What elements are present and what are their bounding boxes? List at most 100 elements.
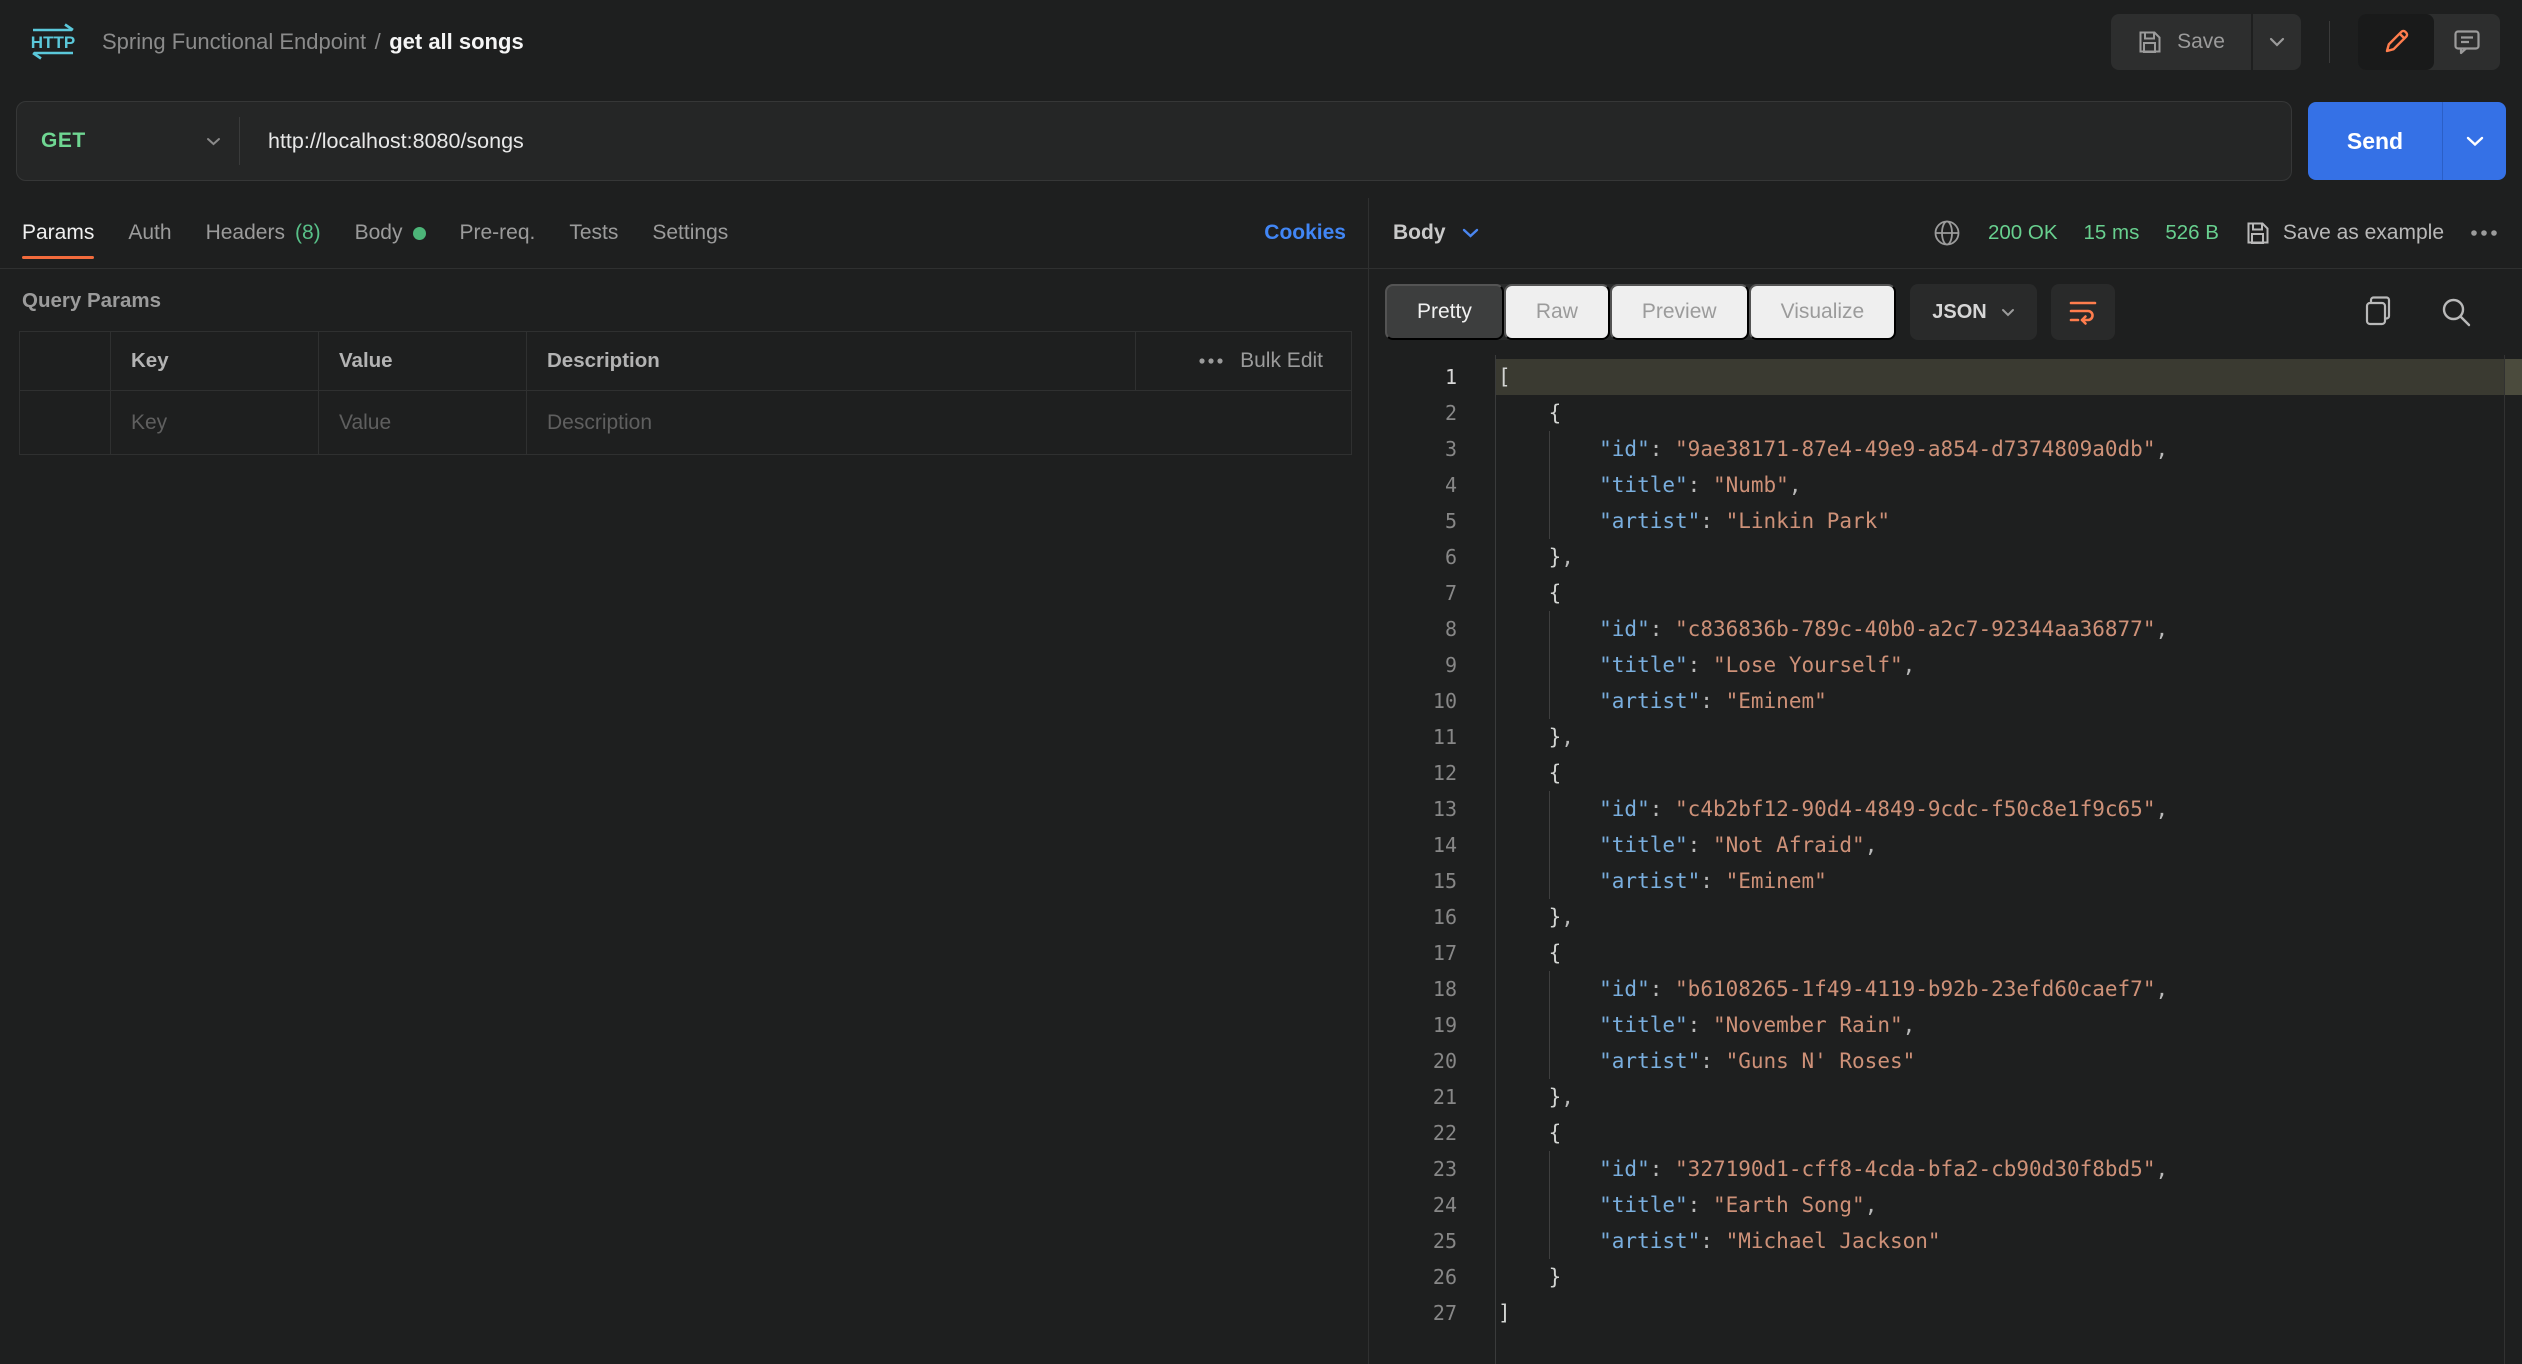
response-body-editor[interactable]: 1[2 {3 "id": "9ae38171-87e4-49e9-a854-d7… xyxy=(1369,355,2522,1364)
save-as-example-button[interactable]: Save as example xyxy=(2245,220,2444,246)
tab-body[interactable]: Body xyxy=(355,198,426,268)
line-number: 15 xyxy=(1369,863,1495,899)
view-tab-raw[interactable]: Raw xyxy=(1504,284,1610,340)
code-line: 27] xyxy=(1369,1295,2522,1331)
code-line: 13 "id": "c4b2bf12-90d4-4849-9cdc-f50c8e… xyxy=(1369,791,2522,827)
more-options-icon[interactable] xyxy=(1198,357,1224,365)
request-tabs: Params Auth Headers(8) Body Pre-req. Tests Set… xyxy=(22,198,728,268)
view-tab-visualize[interactable]: Visualize xyxy=(1749,284,1897,340)
code-line: 14 "title": "Not Afraid", xyxy=(1369,827,2522,863)
tab-params[interactable]: Params xyxy=(22,198,94,268)
select-column-header xyxy=(20,332,110,390)
format-selector[interactable]: JSON xyxy=(1910,284,2036,340)
line-number: 7 xyxy=(1369,575,1495,611)
line-number: 12 xyxy=(1369,755,1495,791)
url-input[interactable] xyxy=(240,102,2291,180)
chevron-down-icon xyxy=(1462,228,1479,238)
key-column-header: Key xyxy=(110,332,318,390)
code-line: 2 { xyxy=(1369,395,2522,431)
copy-response-button[interactable] xyxy=(2362,295,2394,329)
scrollbar-selection-mark[interactable] xyxy=(2505,359,2522,395)
line-number: 27 xyxy=(1369,1295,1495,1331)
wrap-lines-icon xyxy=(2068,298,2098,326)
response-more-options-icon[interactable] xyxy=(2470,229,2498,237)
line-number: 11 xyxy=(1369,719,1495,755)
code-line: 11 }, xyxy=(1369,719,2522,755)
line-number: 13 xyxy=(1369,791,1495,827)
response-body-dropdown[interactable]: Body xyxy=(1393,221,1479,245)
code-line: 22 { xyxy=(1369,1115,2522,1151)
code-lines: 1[2 {3 "id": "9ae38171-87e4-49e9-a854-d7… xyxy=(1369,359,2522,1331)
code-line: 7 { xyxy=(1369,575,2522,611)
code-line: 20 "artist": "Guns N' Roses" xyxy=(1369,1043,2522,1079)
line-number: 17 xyxy=(1369,935,1495,971)
network-globe-icon[interactable] xyxy=(1932,218,1962,248)
status-code[interactable]: 200 OK xyxy=(1988,221,2058,245)
row-select-cell xyxy=(20,390,110,454)
url-box: GET xyxy=(16,101,2292,181)
tab-tests[interactable]: Tests xyxy=(569,198,618,268)
code-line: 8 "id": "c836836b-789c-40b0-a2c7-92344aa… xyxy=(1369,611,2522,647)
view-tab-preview[interactable]: Preview xyxy=(1610,284,1749,340)
query-params-title: Query Params xyxy=(22,289,1368,313)
response-view-tabs: PrettyRawPreviewVisualize xyxy=(1385,284,1896,340)
search-icon xyxy=(2440,296,2472,328)
line-number: 24 xyxy=(1369,1187,1495,1223)
tab-headers[interactable]: Headers(8) xyxy=(206,198,321,268)
param-value-input[interactable] xyxy=(339,411,526,435)
line-number: 2 xyxy=(1369,395,1495,431)
code-line: 16 }, xyxy=(1369,899,2522,935)
line-number: 14 xyxy=(1369,827,1495,863)
code-line: 12 { xyxy=(1369,755,2522,791)
send-options-dropdown[interactable] xyxy=(2442,102,2506,180)
search-response-button[interactable] xyxy=(2440,296,2472,328)
save-button[interactable]: Save xyxy=(2111,14,2251,70)
copy-icon xyxy=(2362,295,2394,329)
tab-count-badge: (8) xyxy=(295,221,321,245)
line-number: 20 xyxy=(1369,1043,1495,1079)
comments-button[interactable] xyxy=(2434,14,2500,70)
save-icon xyxy=(2137,29,2163,55)
param-description-cell xyxy=(526,390,1351,454)
content-dot-indicator xyxy=(413,227,426,240)
line-number: 19 xyxy=(1369,1007,1495,1043)
bulk-edit-button[interactable]: Bulk Edit xyxy=(1240,349,1323,373)
response-time[interactable]: 15 ms xyxy=(2084,221,2140,245)
code-line: 25 "artist": "Michael Jackson" xyxy=(1369,1223,2522,1259)
tab-label: Params xyxy=(22,221,94,245)
line-number: 6 xyxy=(1369,539,1495,575)
cookies-link[interactable]: Cookies xyxy=(1264,221,1346,245)
line-number: 3 xyxy=(1369,431,1495,467)
response-size[interactable]: 526 B xyxy=(2165,221,2219,245)
code-line: 5 "artist": "Linkin Park" xyxy=(1369,503,2522,539)
method-selector[interactable]: GET xyxy=(17,102,239,180)
line-number: 21 xyxy=(1369,1079,1495,1115)
line-number: 26 xyxy=(1369,1259,1495,1295)
breadcrumb-collection[interactable]: Spring Functional Endpoint xyxy=(102,29,366,54)
breadcrumb-request-name[interactable]: get all songs xyxy=(389,29,523,54)
line-number: 9 xyxy=(1369,647,1495,683)
line-number: 23 xyxy=(1369,1151,1495,1187)
line-number: 1 xyxy=(1369,359,1495,395)
chevron-down-icon xyxy=(206,137,221,146)
tab-auth[interactable]: Auth xyxy=(128,198,171,268)
tab-settings[interactable]: Settings xyxy=(652,198,728,268)
tab-pre-req[interactable]: Pre-req. xyxy=(460,198,536,268)
method-label: GET xyxy=(41,129,86,153)
code-line: 18 "id": "b6108265-1f49-4119-b92b-23efd6… xyxy=(1369,971,2522,1007)
tab-label: Auth xyxy=(128,221,171,245)
http-request-icon: HTTP xyxy=(26,18,80,66)
send-button[interactable]: Send xyxy=(2308,102,2442,180)
edit-request-button[interactable] xyxy=(2358,14,2434,70)
svg-text:HTTP: HTTP xyxy=(31,33,75,52)
param-description-input[interactable] xyxy=(547,411,1351,435)
save-options-dropdown[interactable] xyxy=(2253,14,2301,70)
param-key-input[interactable] xyxy=(131,411,318,435)
param-key-cell xyxy=(110,390,318,454)
view-tab-pretty[interactable]: Pretty xyxy=(1385,284,1504,340)
wrap-lines-button[interactable] xyxy=(2051,284,2115,340)
tab-label: Settings xyxy=(652,221,728,245)
code-line: 23 "id": "327190d1-cff8-4cda-bfa2-cb90d3… xyxy=(1369,1151,2522,1187)
topbar: HTTP Spring Functional Endpoint / get al… xyxy=(0,0,2522,84)
code-line: 6 }, xyxy=(1369,539,2522,575)
